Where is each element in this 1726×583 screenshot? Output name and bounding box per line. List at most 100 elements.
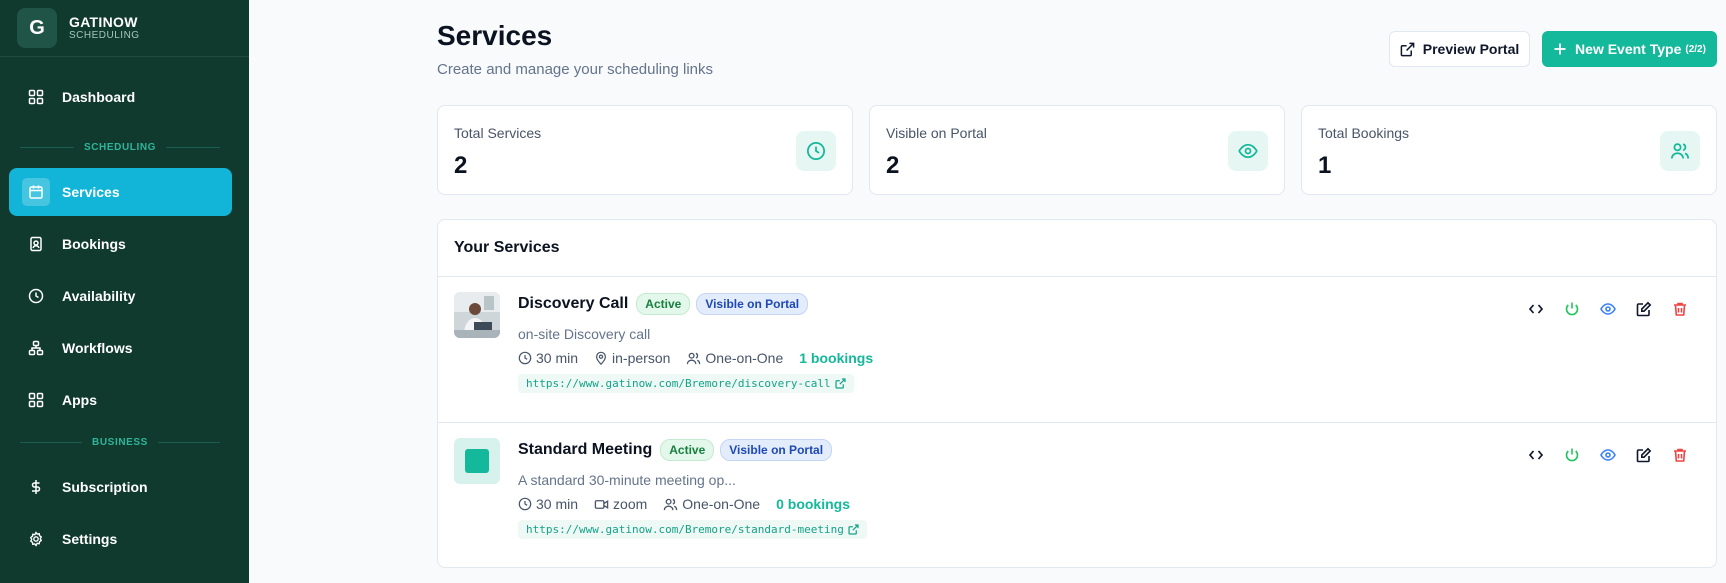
brand-logo: G	[17, 8, 57, 48]
delete-button[interactable]	[1662, 295, 1698, 323]
stat-value: 1	[1318, 152, 1332, 179]
stat-value: 2	[886, 152, 900, 179]
clock-icon	[518, 351, 532, 365]
power-icon	[1565, 302, 1579, 316]
sidebar-item-subscription[interactable]: Subscription	[9, 463, 232, 511]
stat-label: Total Services	[454, 125, 542, 141]
service-thumbnail	[454, 438, 500, 484]
service-duration: 30 min	[536, 496, 579, 512]
new-event-type-button[interactable]: New Event Type (2/2)	[1542, 31, 1717, 67]
services-heading: Your Services	[438, 220, 1716, 277]
service-bookings-link[interactable]: 0 bookings	[776, 496, 850, 512]
service-row: Discovery Call Active Visible on Portal …	[438, 277, 1716, 423]
trash-icon	[1674, 448, 1686, 462]
service-location: zoom	[613, 496, 648, 512]
section-label-scheduling: SCHEDULING	[20, 142, 220, 153]
trash-icon	[1674, 302, 1686, 316]
new-event-type-label: New Event Type	[1575, 41, 1682, 57]
service-type: One-on-One	[682, 496, 761, 512]
service-name[interactable]: Standard Meeting	[518, 441, 652, 459]
status-badge: Active	[636, 293, 691, 315]
sidebar-item-dashboard[interactable]: Dashboard	[9, 73, 232, 121]
edit-button[interactable]	[1626, 441, 1662, 469]
toggle-visibility-button[interactable]	[1590, 295, 1626, 323]
grid-icon	[26, 390, 46, 410]
toggle-active-button[interactable]	[1554, 295, 1590, 323]
code-icon	[1528, 304, 1544, 314]
contact-book-icon	[26, 234, 46, 254]
section-label-business: BUSINESS	[20, 437, 220, 448]
delete-button[interactable]	[1662, 441, 1698, 469]
visibility-badge: Visible on Portal	[696, 293, 809, 315]
sidebar-item-settings[interactable]: Settings	[9, 515, 232, 563]
embed-code-button[interactable]	[1518, 295, 1554, 323]
event-type-count: (2/2)	[1685, 43, 1706, 55]
external-link-icon	[1400, 42, 1415, 57]
service-name[interactable]: Discovery Call	[518, 295, 628, 313]
stat-card-total-services: Total Services 2	[437, 105, 853, 195]
users-icon	[1660, 131, 1700, 171]
service-type: One-on-One	[705, 350, 784, 366]
eye-icon	[1600, 449, 1616, 461]
service-duration: 30 min	[536, 350, 579, 366]
service-url: https://www.gatinow.com/Bremore/discover…	[526, 377, 831, 390]
sidebar-item-bookings[interactable]: Bookings	[9, 220, 232, 268]
toggle-active-button[interactable]	[1554, 441, 1590, 469]
service-row: Standard Meeting Active Visible on Porta…	[438, 423, 1716, 567]
map-pin-icon	[594, 351, 608, 365]
brand: G GATINOW SCHEDULING	[0, 0, 249, 57]
stat-label: Total Bookings	[1318, 125, 1410, 141]
sidebar-item-label: Settings	[62, 531, 118, 547]
plus-icon	[1553, 42, 1567, 56]
sidebar-item-label: Apps	[62, 392, 97, 408]
page-title: Services	[437, 20, 553, 51]
eye-icon	[1228, 131, 1268, 171]
edit-icon	[1636, 447, 1652, 463]
stat-card-visible-on-portal: Visible on Portal 2	[869, 105, 1285, 195]
sidebar-item-label: Subscription	[62, 479, 148, 495]
clock-icon	[518, 497, 532, 511]
users-icon	[663, 497, 678, 512]
service-description: on-site Discovery call	[518, 326, 651, 342]
gear-icon	[26, 529, 46, 549]
edit-button[interactable]	[1626, 295, 1662, 323]
sidebar-item-label: Workflows	[62, 340, 133, 356]
sidebar-item-workflows[interactable]: Workflows	[9, 324, 232, 372]
sidebar-item-label: Dashboard	[62, 89, 136, 105]
service-url-link[interactable]: https://www.gatinow.com/Bremore/standard…	[518, 520, 867, 539]
sidebar-item-label: Services	[62, 184, 120, 200]
clock-icon	[26, 286, 46, 306]
power-icon	[1565, 448, 1579, 462]
visibility-badge: Visible on Portal	[720, 439, 833, 461]
workflow-icon	[26, 338, 46, 358]
users-icon	[686, 351, 701, 366]
preview-portal-button[interactable]: Preview Portal	[1389, 31, 1530, 67]
service-thumbnail	[454, 292, 500, 338]
service-bookings-link[interactable]: 1 bookings	[799, 350, 873, 366]
external-link-icon	[848, 524, 859, 535]
sidebar-item-services[interactable]: Services	[9, 168, 232, 216]
code-icon	[1528, 450, 1544, 460]
toggle-visibility-button[interactable]	[1590, 441, 1626, 469]
sidebar: G GATINOW SCHEDULING Dashboard SCHEDULIN…	[0, 0, 249, 583]
clock-icon	[796, 131, 836, 171]
embed-code-button[interactable]	[1518, 441, 1554, 469]
dollar-icon	[26, 477, 46, 497]
brand-name: GATINOW	[69, 14, 138, 31]
sidebar-item-label: Availability	[62, 288, 136, 304]
page-subtitle: Create and manage your scheduling links	[437, 61, 713, 78]
calendar-icon	[22, 178, 50, 206]
external-link-icon	[835, 378, 846, 389]
service-url-link[interactable]: https://www.gatinow.com/Bremore/discover…	[518, 374, 854, 393]
sidebar-item-apps[interactable]: Apps	[9, 376, 232, 424]
edit-icon	[1636, 301, 1652, 317]
status-badge: Active	[660, 439, 715, 461]
stat-label: Visible on Portal	[886, 125, 987, 141]
sidebar-item-availability[interactable]: Availability	[9, 272, 232, 320]
brand-subtitle: SCHEDULING	[69, 30, 140, 42]
stat-card-total-bookings: Total Bookings 1	[1301, 105, 1717, 195]
service-location: in-person	[612, 350, 671, 366]
eye-icon	[1600, 303, 1616, 315]
service-description: A standard 30-minute meeting op...	[518, 472, 736, 488]
grid-icon	[26, 87, 46, 107]
